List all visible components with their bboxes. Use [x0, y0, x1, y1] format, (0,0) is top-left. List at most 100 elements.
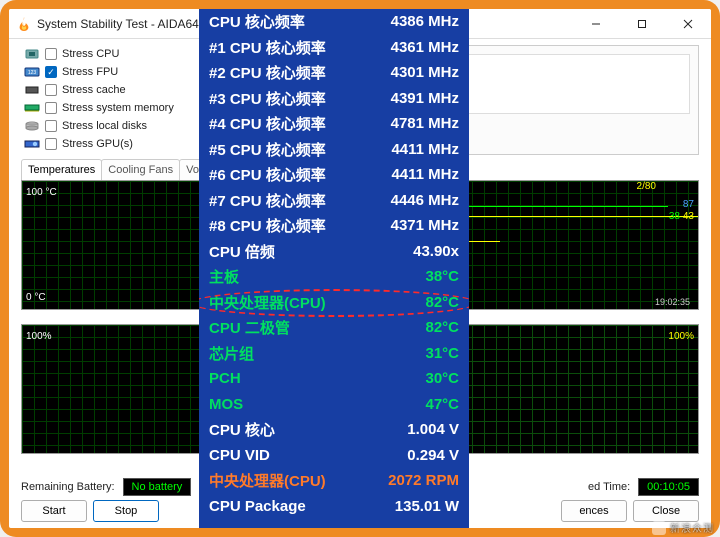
ram-icon — [23, 102, 41, 114]
elapsed-label: ed Time: — [588, 481, 630, 493]
sensor-key: #2 CPU 核心频率 — [209, 62, 326, 83]
sensor-key: 中央处理器(CPU) — [209, 292, 326, 313]
graph-temperatures-right: 2/80 87 38 43 19:02:35 — [459, 180, 699, 310]
sensor-value: 0.294 V — [407, 447, 459, 464]
sensor-key: #1 CPU 核心频率 — [209, 37, 326, 58]
checkbox[interactable] — [45, 66, 57, 78]
sensor-key: 中央处理器(CPU) — [209, 470, 326, 491]
stress-option-stress-cache[interactable]: Stress cache — [23, 81, 193, 99]
stress-option-stress-cpu[interactable]: Stress CPU — [23, 45, 193, 63]
checkbox[interactable] — [45, 48, 57, 60]
sensor-key: CPU 核心 — [209, 419, 275, 440]
sensor-value: 82°C — [425, 294, 459, 311]
sensor-key: #5 CPU 核心频率 — [209, 139, 326, 160]
sensor-row: #7 CPU 核心频率 4446 MHz — [199, 188, 469, 214]
sensor-overlay: CPU 核心频率 4386 MHz #1 CPU 核心频率 4361 MHz #2 CP… — [199, 9, 469, 528]
status-panel-inner — [468, 54, 690, 114]
sensor-row: #6 CPU 核心频率 4411 MHz — [199, 162, 469, 188]
sensor-key: 主板 — [209, 266, 239, 287]
sensor-key: MOS — [209, 396, 243, 413]
start-button[interactable]: Start — [21, 500, 87, 522]
sensor-row: CPU 倍频43.90x — [199, 239, 469, 265]
checkbox[interactable] — [45, 84, 57, 96]
sensor-key: CPU 倍频 — [209, 241, 275, 262]
tab-temperatures[interactable]: Temperatures — [21, 159, 102, 180]
battery-label: Remaining Battery: — [21, 481, 115, 493]
y-axis-bottom: 0 °C — [26, 292, 46, 303]
sensor-value: 82°C — [425, 319, 459, 336]
checkbox[interactable] — [45, 120, 57, 132]
sensor-value: 30°C — [425, 370, 459, 387]
graph-value-2b: 38 — [669, 211, 680, 222]
close-button[interactable] — [665, 9, 711, 39]
maximize-button[interactable] — [619, 9, 665, 39]
graph-usage-right: 100% — [459, 324, 699, 454]
graph-tabs: TemperaturesCooling FansVolta — [21, 159, 217, 180]
sensor-value: 31°C — [425, 345, 459, 362]
sensor-key: 芯片组 — [209, 343, 254, 364]
sensor-row: CPU Package135.01 W — [199, 494, 469, 520]
disk-icon — [23, 120, 41, 132]
outer-frame: System Stability Test - AIDA64 Stress CP… — [0, 0, 720, 537]
sensor-value: 4781 MHz — [391, 115, 459, 132]
stop-button[interactable]: Stop — [93, 500, 159, 522]
checkbox[interactable] — [45, 102, 57, 114]
sensor-value: 4446 MHz — [391, 192, 459, 209]
stress-label: Stress GPU(s) — [62, 138, 133, 150]
preferences-button[interactable]: ences — [561, 500, 627, 522]
graph-value-2: 43 — [683, 211, 694, 222]
app-window: System Stability Test - AIDA64 Stress CP… — [9, 9, 711, 528]
sensor-value: 4386 MHz — [391, 13, 459, 30]
stress-options: Stress CPU123Stress FPUStress cache Stres… — [23, 45, 193, 153]
cache-icon — [23, 84, 41, 96]
status-panel — [459, 45, 699, 155]
y-axis-top: 100% — [668, 331, 694, 342]
gpu-icon — [23, 138, 41, 150]
graph-legend: 2/80 — [637, 181, 656, 192]
sensor-row: CPU VID0.294 V — [199, 443, 469, 469]
stress-option-stress-gpu-s-[interactable]: Stress GPU(s) — [23, 135, 193, 153]
sensor-row: 芯片组 31°C — [199, 341, 469, 367]
sensor-key: CPU Package — [209, 498, 306, 515]
stress-option-stress-fpu[interactable]: 123Stress FPU — [23, 63, 193, 81]
sensor-key: #7 CPU 核心频率 — [209, 190, 326, 211]
sensor-value: 38°C — [425, 268, 459, 285]
elapsed-value: 00:10:05 — [638, 478, 699, 496]
stress-label: Stress local disks — [62, 120, 147, 132]
sensor-key: #6 CPU 核心频率 — [209, 164, 326, 185]
sensor-value: 4361 MHz — [391, 39, 459, 56]
close-button-bottom[interactable]: Close — [633, 500, 699, 522]
minimize-button[interactable] — [573, 9, 619, 39]
sensor-row: PCH 30°C — [199, 366, 469, 392]
stress-option-stress-local-disks[interactable]: Stress local disks — [23, 117, 193, 135]
sensor-row: 中央处理器(CPU) 2072 RPM — [199, 468, 469, 494]
graph-temperatures-left: 100 °C 0 °C — [21, 180, 201, 310]
sensor-row: #1 CPU 核心频率 4361 MHz — [199, 35, 469, 61]
sensor-row: #8 CPU 核心频率4371 MHz — [199, 213, 469, 239]
sensor-value: 4411 MHz — [391, 166, 459, 183]
sensor-value: 4301 MHz — [391, 64, 459, 81]
sensor-row: 中央处理器(CPU) 82°C — [199, 290, 469, 316]
sensor-value: 2072 RPM — [388, 472, 459, 489]
y-axis-top: 100% — [26, 331, 52, 342]
battery-value: No battery — [123, 478, 192, 496]
sensor-row: MOS47°C — [199, 392, 469, 418]
stress-option-stress-system-memory[interactable]: Stress system memory — [23, 99, 193, 117]
sensor-key: PCH — [209, 370, 241, 387]
sensor-key: CPU 核心频率 — [209, 11, 305, 32]
right-buttons: ences Close — [561, 500, 699, 522]
stress-label: Stress system memory — [62, 102, 174, 114]
tab-cooling-fans[interactable]: Cooling Fans — [101, 159, 180, 180]
sensor-row: 主板 38°C — [199, 264, 469, 290]
sensor-row: CPU 核心1.004 V — [199, 417, 469, 443]
sensor-row: #3 CPU 核心频率4391 MHz — [199, 86, 469, 112]
sensor-row: #5 CPU 核心频率4411 MHz — [199, 137, 469, 163]
checkbox[interactable] — [45, 138, 57, 150]
app-icon — [17, 17, 31, 31]
sensor-key: #8 CPU 核心频率 — [209, 215, 326, 236]
window-title: System Stability Test - AIDA64 — [37, 17, 199, 31]
fpu-chip-icon: 123 — [23, 66, 41, 78]
sensor-key: #3 CPU 核心频率 — [209, 88, 326, 109]
graph-timestamp: 19:02:35 — [655, 297, 690, 307]
y-axis-top: 100 °C — [26, 187, 57, 198]
